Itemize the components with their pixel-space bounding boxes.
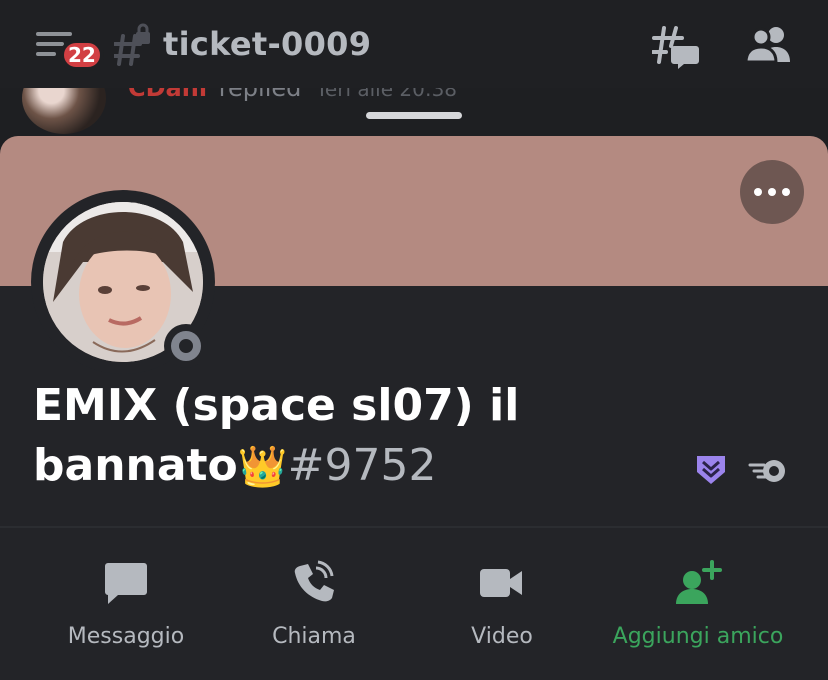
call-label: Chiama <box>272 624 356 649</box>
message-timestamp: Ieri alle 20:38 <box>319 88 458 101</box>
status-indicator <box>164 324 208 368</box>
video-label: Video <box>471 624 533 649</box>
message-author-avatar <box>22 88 106 134</box>
discriminator: #9752 <box>287 440 437 491</box>
reply-action-text: replied <box>218 88 302 102</box>
sheet-drag-handle[interactable] <box>366 112 462 119</box>
reply-line: CDani replied Ieri alle 20:38 <box>128 88 457 102</box>
video-icon <box>480 560 524 606</box>
phone-icon <box>292 560 336 606</box>
profile-badges <box>694 452 794 492</box>
add-friend-label: Aggiungi amico <box>612 624 784 649</box>
hypesquad-icon[interactable] <box>694 452 728 486</box>
message-author-name: CDani <box>128 88 208 102</box>
locked-channel-icon <box>112 22 154 66</box>
more-options-button[interactable] <box>740 160 804 224</box>
message-label: Messaggio <box>67 624 185 649</box>
profile-actions-bar: Messaggio Chiama Video Aggiungi amico <box>0 528 828 680</box>
message-icon <box>104 560 148 606</box>
add-friend-icon <box>674 560 722 606</box>
profile-username: EMIX (space sl07) il bannato👑#9752 <box>33 376 673 497</box>
offline-status-icon <box>171 331 201 361</box>
video-button[interactable]: Video <box>432 528 572 680</box>
channel-header: 22 ticket-0009 <box>0 0 828 88</box>
more-dot-icon <box>754 188 762 196</box>
add-friend-button[interactable]: Aggiungi amico <box>610 528 786 680</box>
user-profile-sheet: EMIX (space sl07) il bannato👑#9752 Messa… <box>0 136 828 680</box>
more-dot-icon <box>782 188 790 196</box>
unread-badge: 22 <box>60 39 104 71</box>
channel-title: ticket-0009 <box>163 25 372 63</box>
threads-icon[interactable] <box>651 24 700 70</box>
more-dot-icon <box>768 188 776 196</box>
message-button[interactable]: Messaggio <box>56 528 196 680</box>
call-button[interactable]: Chiama <box>244 528 384 680</box>
crown-emoji: 👑 <box>237 444 288 490</box>
members-icon[interactable] <box>744 24 794 64</box>
nitro-icon[interactable] <box>748 456 788 484</box>
